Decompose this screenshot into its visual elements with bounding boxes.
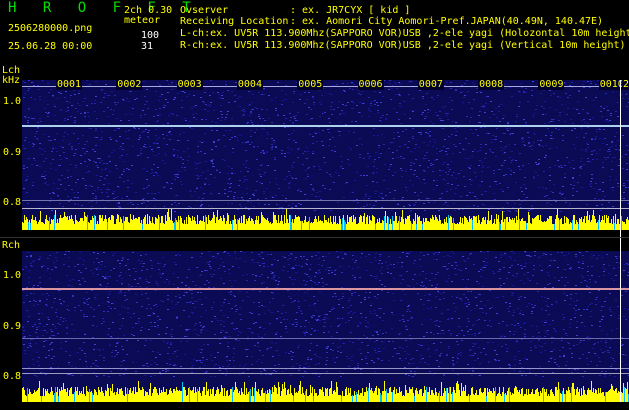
lch-spectrogram-canvas — [22, 80, 629, 230]
minute-marker-0002: 0002 — [116, 79, 143, 90]
location-label: Receiving Location — [180, 16, 289, 27]
lch-tick-3: 0.8 — [3, 197, 22, 208]
rch-carrier-line-1 — [22, 338, 629, 339]
minute-marker-0004: 0004 — [236, 79, 263, 90]
rch-meteor-count: 31 — [141, 41, 154, 52]
rch-carrier-line-3 — [22, 373, 629, 374]
rch-carrier-line-2 — [22, 368, 629, 369]
rch-spectrogram-canvas — [22, 251, 629, 402]
observer-value: : ex. JR7CYX [ kid ] — [290, 5, 411, 16]
lch-carrier-line-3 — [22, 208, 629, 209]
minute-marker-0008: 0008 — [478, 79, 505, 90]
minute-marker-2: 2 — [622, 79, 629, 90]
timestamp: 25.06.28 00:00 — [8, 41, 93, 52]
rch-channel-label: Rch — [2, 240, 21, 251]
location-value: : ex. Aomori City Aomori-Pref.JAPAN(40.4… — [290, 16, 604, 27]
lch-carrier-line-2 — [22, 200, 629, 201]
lch-tick-1: 1.0 — [3, 96, 22, 107]
filename: 2506280000.png — [8, 23, 93, 34]
rch-tick-2: 0.9 — [3, 321, 22, 332]
minute-marker-0009: 0009 — [538, 79, 565, 90]
current-time-line — [620, 80, 621, 402]
minute-marker-0003: 0003 — [176, 79, 203, 90]
minute-marker-0001: 0001 — [56, 79, 83, 90]
minute-marker-0006: 0006 — [357, 79, 384, 90]
rch-tick-1: 1.0 — [3, 270, 22, 281]
lch-meteor-count: 100 — [141, 30, 160, 41]
meteor-label: meteor — [124, 15, 161, 26]
minute-marker-0005: 0005 — [297, 79, 324, 90]
lch-spectrogram — [22, 80, 629, 230]
minute-marker-0007: 0007 — [417, 79, 444, 90]
rch-carrier-line-0 — [22, 288, 629, 290]
rch-info: R-ch:ex. UV5R 113.900Mhz(SAPPORO VOR)USB… — [180, 40, 626, 51]
observer-label: Ovserver — [180, 5, 229, 16]
channel-divider — [0, 237, 629, 238]
lch-info: L-ch:ex. UV5R 113.900Mhz(SAPPORO VOR)USB… — [180, 28, 629, 39]
lch-background — [22, 80, 629, 230]
lch-carrier-line-1 — [22, 125, 629, 127]
lch-unit-label: kHz — [2, 75, 21, 86]
rch-spectrogram — [22, 251, 629, 402]
rch-tick-3: 0.8 — [3, 371, 22, 382]
lch-tick-2: 0.9 — [3, 147, 22, 158]
